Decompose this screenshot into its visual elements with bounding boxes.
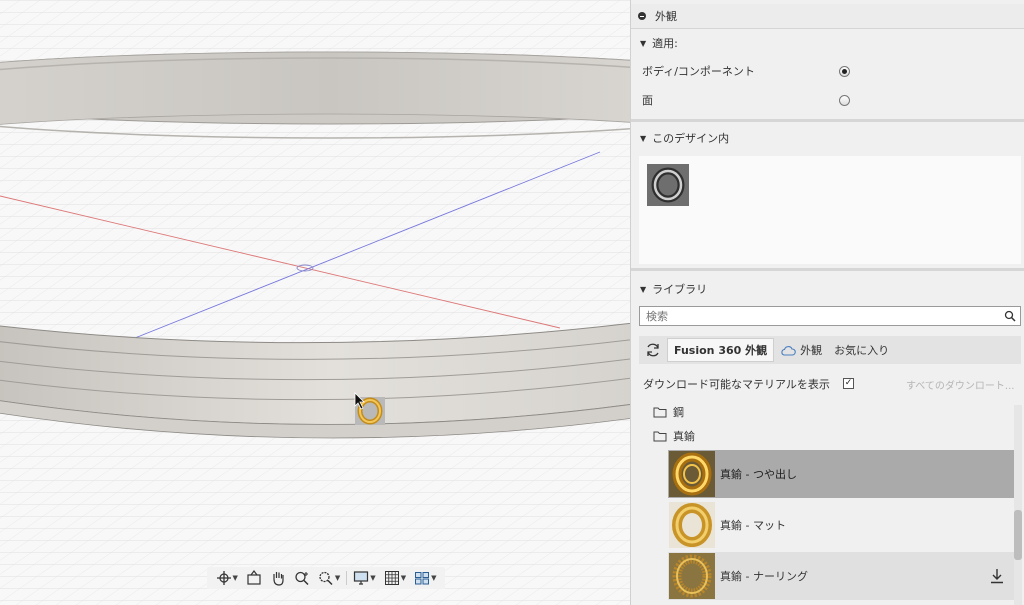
chevron-down-icon: ▼: [334, 574, 341, 582]
folder-steel[interactable]: 鋼: [653, 402, 684, 422]
folder-icon: [653, 431, 667, 442]
apply-heading: 適用:: [652, 37, 678, 50]
folder-icon: [653, 407, 667, 418]
folder-label: 鋼: [673, 406, 684, 419]
canvas-viewport[interactable]: ▼ ▼ ▼ ▼ ▼: [0, 0, 630, 605]
appearance-panel: 外観 ▼ 適用: ボディ/コンポーネント 面 ▼ このデザイン内 ▼ ライブラリ: [630, 0, 1024, 605]
orbit-tool[interactable]: ▼: [214, 568, 240, 588]
library-tabs: Fusion 360 外観 外観 お気に入り: [639, 336, 1021, 364]
radio-face[interactable]: [839, 95, 850, 106]
grid-settings-button[interactable]: ▼: [382, 568, 408, 588]
chevron-down-icon: ▼: [400, 574, 407, 582]
search-input[interactable]: [644, 308, 998, 324]
apply-section-header[interactable]: ▼ 適用:: [631, 33, 1024, 53]
navigation-toolbar: ▼ ▼ ▼ ▼ ▼: [207, 567, 445, 589]
in-design-heading: このデザイン内: [652, 132, 730, 145]
fit-button[interactable]: ▼: [316, 568, 342, 588]
chevron-down-icon: ▼: [431, 574, 437, 582]
search-icon[interactable]: [1004, 310, 1016, 322]
material-item-brass-polished[interactable]: 真鍮 - つや出し: [668, 450, 1014, 498]
tab-label: 外観: [800, 344, 823, 357]
display-settings-button[interactable]: ▼: [351, 568, 377, 588]
zoom-icon: [295, 571, 309, 586]
material-label: 真鍮 - マット: [720, 519, 786, 532]
design-appearance-thumbnail[interactable]: [647, 164, 689, 206]
pan-button[interactable]: [268, 568, 288, 588]
triangle-down-icon: ▼: [640, 38, 647, 48]
download-icon[interactable]: [990, 568, 1004, 584]
tab-fusion360-appearances[interactable]: Fusion 360 外観: [667, 338, 775, 362]
refresh-button[interactable]: [639, 338, 667, 362]
apply-option-face[interactable]: 面: [631, 89, 1024, 111]
panel-titlebar: 外観: [631, 4, 1024, 29]
in-design-section-header[interactable]: ▼ このデザイン内: [631, 128, 1024, 148]
brass-matte-thumbnail: [669, 502, 715, 548]
look-at-icon: [247, 570, 261, 585]
material-label: 真鍮 - つや出し: [720, 468, 797, 481]
zoom-button[interactable]: [292, 568, 312, 588]
material-label: 真鍮 - ナーリング: [720, 570, 808, 583]
toolbar-divider: [346, 571, 348, 585]
refresh-icon: [647, 343, 659, 357]
download-all-link[interactable]: すべてのダウンロート...: [906, 377, 1014, 392]
pan-icon: [273, 572, 284, 586]
triangle-down-icon: ▼: [640, 284, 647, 294]
brass-knurled-thumbnail: [669, 553, 715, 599]
material-item-brass-knurled[interactable]: 真鍮 - ナーリング: [668, 552, 1014, 600]
library-heading: ライブラリ: [652, 283, 708, 296]
library-scrollbar-thumb[interactable]: [1014, 510, 1022, 560]
show-downloadable-checkbox[interactable]: ✓: [843, 378, 854, 389]
chevron-down-icon: ▼: [370, 574, 376, 582]
tab-cloud-appearances[interactable]: 外観: [774, 338, 828, 362]
show-downloadable-label: ダウンロード可能なマテリアルを表示: [643, 378, 830, 391]
folder-label: 真鍮: [673, 430, 695, 443]
section-divider: [631, 119, 1024, 122]
apply-option-label: ボディ/コンポーネント: [642, 65, 755, 78]
chevron-down-icon: ▼: [232, 574, 238, 582]
show-downloadable-row: ダウンロード可能なマテリアルを表示 ✓ すべてのダウンロート...: [631, 374, 1024, 394]
library-search-box[interactable]: [639, 306, 1021, 326]
library-section-header[interactable]: ▼ ライブラリ: [631, 279, 1024, 299]
library-scrollbar-track[interactable]: [1014, 405, 1022, 605]
viewports-button[interactable]: ▼: [412, 568, 438, 588]
collapse-panel-icon[interactable]: [638, 12, 646, 20]
viewports-icon: [415, 572, 430, 585]
section-divider: [631, 268, 1024, 271]
orbit-icon: [216, 571, 231, 585]
fit-icon: [319, 571, 333, 586]
in-design-appearances: [639, 156, 1021, 264]
material-item-brass-matte[interactable]: 真鍮 - マット: [668, 501, 1014, 549]
tab-favorites[interactable]: お気に入り: [828, 338, 895, 362]
display-settings-icon: [354, 571, 369, 585]
grid-icon: [384, 571, 399, 585]
brass-polished-thumbnail: [669, 451, 715, 497]
look-at-button[interactable]: [244, 568, 264, 588]
mouse-cursor-icon: [354, 392, 365, 410]
cloud-icon: [781, 346, 796, 356]
apply-option-label: 面: [642, 94, 653, 107]
folder-brass[interactable]: 真鍮: [653, 426, 695, 446]
ring-model-scene: [0, 0, 630, 605]
apply-option-body[interactable]: ボディ/コンポーネント: [631, 60, 1024, 82]
radio-body-component[interactable]: [839, 66, 850, 77]
panel-title: 外観: [655, 10, 677, 23]
triangle-down-icon: ▼: [640, 133, 647, 143]
